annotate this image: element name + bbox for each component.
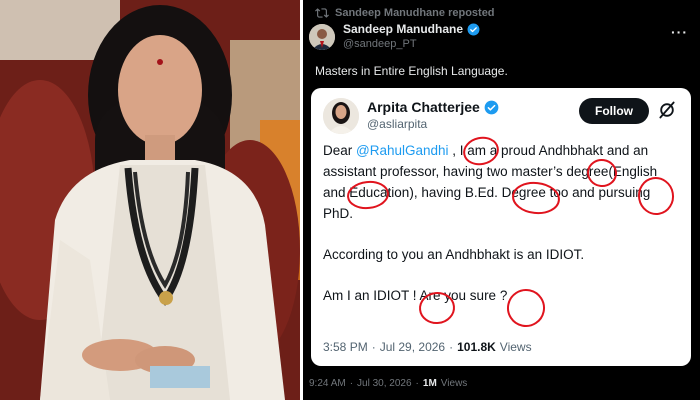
more-icon[interactable]: ··· <box>671 24 688 40</box>
verified-icon <box>484 100 499 115</box>
tweet-date[interactable]: Jul 30, 2026 <box>357 378 412 389</box>
meta-separator: · <box>449 340 454 354</box>
follow-button[interactable]: Follow <box>579 98 649 124</box>
quoted-views-count: 101.8K <box>457 340 496 354</box>
quoted-avatar[interactable] <box>323 98 359 134</box>
quoted-time[interactable]: 3:58 PM <box>323 340 368 354</box>
tweet-text: Masters in Entire English Language. <box>315 64 508 78</box>
verified-icon <box>467 23 480 36</box>
portrait-photo <box>0 0 300 400</box>
author-avatar[interactable] <box>309 24 335 50</box>
quoted-handle[interactable]: @asliarpita <box>367 116 499 133</box>
quoted-paragraph-1: Dear @RahulGandhi , I am a proud Andhbha… <box>323 140 679 224</box>
quoted-name[interactable]: Arpita Chatterjee <box>367 99 480 116</box>
tweet-views-label: Views <box>440 378 468 389</box>
quoted-views-label: Views <box>499 340 532 354</box>
quoted-tweet[interactable]: Arpita Chatterjee @asliarpita Follow Dea… <box>311 88 691 366</box>
repost-label: Sandeep Manudhane reposted <box>335 7 495 19</box>
portrait-illustration <box>0 0 300 400</box>
quoted-author[interactable]: Arpita Chatterjee @asliarpita <box>323 98 499 134</box>
author-name[interactable]: Sandeep Manudhane <box>343 22 463 37</box>
quoted-date[interactable]: Jul 29, 2026 <box>380 340 445 354</box>
quoted-paragraph-3: Am I an IDIOT ! Are you sure ? <box>323 288 508 303</box>
tweet-views-count: 1M <box>422 378 437 389</box>
author-handle[interactable]: @sandeep_PT <box>343 37 480 52</box>
tweet-time[interactable]: 9:24 AM <box>309 378 346 389</box>
quoted-meta: 3:58 PM · Jul 29, 2026 · 101.8K Views <box>323 340 532 354</box>
meta-separator: · <box>349 378 354 389</box>
tweet-screenshot: Sandeep Manudhane reposted Sandeep Manud… <box>303 0 700 400</box>
quoted-body: Dear @RahulGandhi , I am a proud Andhbha… <box>323 140 679 326</box>
quoted-paragraph-2: According to you an Andhbhakt is an IDIO… <box>323 247 585 262</box>
meta-separator: · <box>371 340 376 354</box>
tweet-meta: 9:24 AM · Jul 30, 2026 · 1M Views <box>309 378 467 389</box>
repost-icon <box>315 6 329 20</box>
repost-indicator[interactable]: Sandeep Manudhane reposted <box>315 6 495 20</box>
quoted-greeting: Dear <box>323 143 357 158</box>
tweet-author[interactable]: Sandeep Manudhane @sandeep_PT <box>309 22 480 52</box>
meta-separator: · <box>415 378 419 389</box>
mention-link[interactable]: @RahulGandhi <box>356 143 449 158</box>
grok-icon[interactable] <box>657 100 677 120</box>
